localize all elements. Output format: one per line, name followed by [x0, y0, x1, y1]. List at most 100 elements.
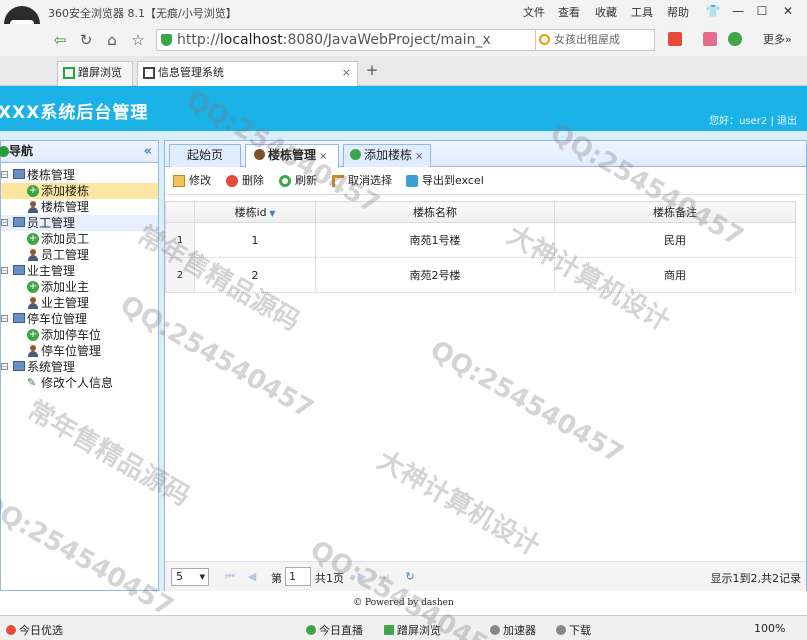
browser-title: 360安全浏览器 8.1【无痕/小号浏览】: [48, 7, 237, 20]
table-row[interactable]: 2 2 南苑2号楼 商用: [165, 257, 796, 293]
nav-group-parking[interactable]: − 停车位管理: [1, 311, 158, 327]
nav-item-parking-manage[interactable]: 停车位管理: [1, 343, 158, 359]
page-label: 第: [271, 572, 282, 585]
maximize-icon[interactable]: ☐: [752, 2, 772, 20]
computer-icon: [13, 361, 25, 371]
export-icon: [406, 175, 418, 187]
menu-view[interactable]: 查看: [558, 4, 580, 20]
refresh-icon[interactable]: ↻: [403, 569, 417, 585]
more-button[interactable]: 更多»: [763, 31, 792, 47]
nav-item-add-parking[interactable]: + 添加停车位: [1, 327, 158, 343]
accelerator-icon: [490, 625, 500, 635]
nav-item-add-building[interactable]: + 添加楼栋: [1, 183, 158, 199]
pagination-bar: 5 ⏮ ◀ 第 1 共1页 ▶ ⏭ ↻ 显示1到2,共2记录: [165, 561, 806, 591]
minimize-icon[interactable]: —: [728, 2, 748, 20]
tab-home[interactable]: 起始页: [169, 144, 241, 167]
nav-group-owner[interactable]: − 业主管理: [1, 263, 158, 279]
grid-header-note[interactable]: 楼栋备注: [554, 201, 796, 223]
download-button[interactable]: 下载: [556, 622, 591, 638]
home-icon[interactable]: ⌂: [102, 30, 122, 50]
menu-help[interactable]: 帮助: [667, 4, 689, 20]
zoom-level[interactable]: 100%: [754, 622, 785, 635]
nav-item-owner-manage[interactable]: 业主管理: [1, 295, 158, 311]
edit-button[interactable]: 修改: [173, 174, 211, 188]
back-icon[interactable]: ⇦: [50, 30, 70, 50]
undo-icon: [332, 175, 344, 187]
refresh-button[interactable]: 刷新: [279, 174, 317, 188]
grid-header-name[interactable]: 楼栋名称: [315, 201, 555, 223]
user-icon: [27, 249, 39, 261]
close-icon[interactable]: ✕: [778, 2, 798, 20]
collapse-toggle-icon[interactable]: −: [1, 363, 8, 370]
search-input[interactable]: 女孩出租屋成: [535, 29, 655, 51]
page-number-input[interactable]: 1: [285, 567, 311, 586]
collapse-icon[interactable]: «: [144, 141, 152, 162]
first-page-icon[interactable]: ⏮: [223, 569, 237, 585]
close-tab-icon[interactable]: ×: [342, 62, 351, 84]
accelerator-button[interactable]: 加速器: [490, 622, 536, 638]
user-area[interactable]: 您好：user2 | 退出: [709, 112, 797, 127]
content-tabs: 起始页 楼栋管理 × 添加楼栋 ×: [165, 141, 806, 168]
cell-note: 民用: [554, 222, 796, 258]
screen-browse-button[interactable]: 蹭屏浏览: [384, 622, 441, 638]
star-icon[interactable]: ☆: [128, 30, 148, 50]
menu-favorites[interactable]: 收藏: [595, 4, 617, 20]
menu-file[interactable]: 文件: [523, 4, 545, 20]
nav-group-system[interactable]: − 系统管理: [1, 359, 158, 375]
download-icon: [556, 625, 566, 635]
add-icon: [350, 149, 361, 160]
url-input[interactable]: http://localhost:8080/JavaWebProject/mai…: [156, 29, 536, 51]
sort-desc-icon: ▼: [266, 209, 276, 218]
app-footer: © Powered by dashen: [0, 591, 807, 615]
grid-toolbar: 修改 删除 刷新 取消选择 导出到excel: [165, 168, 806, 195]
page-size-select[interactable]: 5: [171, 568, 209, 586]
tab-add-building[interactable]: 添加楼栋 ×: [343, 144, 431, 167]
unselect-button[interactable]: 取消选择: [332, 174, 392, 188]
extension-icon[interactable]: [703, 32, 717, 46]
extension-icon[interactable]: [668, 32, 682, 46]
nav-group-building[interactable]: − 楼栋管理: [1, 167, 158, 183]
table-row[interactable]: 1 1 南苑1号楼 民用: [165, 222, 796, 258]
computer-icon: [13, 217, 25, 227]
cell-id: 1: [194, 222, 316, 258]
nav-group-staff[interactable]: − 员工管理: [1, 215, 158, 231]
collapse-toggle-icon[interactable]: −: [1, 267, 8, 274]
page-total: 共1页: [315, 572, 344, 585]
collapse-toggle-icon[interactable]: −: [1, 315, 8, 322]
menu-tools[interactable]: 工具: [631, 4, 653, 20]
shield-icon[interactable]: [728, 32, 742, 46]
cell-name: 南苑1号楼: [315, 222, 555, 258]
nav-item-edit-profile[interactable]: ✎ 修改个人信息: [1, 375, 158, 391]
tab-building-manage[interactable]: 楼栋管理 ×: [245, 144, 339, 168]
grid-header-id[interactable]: 楼栋id ▼: [194, 201, 316, 223]
nav-item-add-staff[interactable]: + 添加员工: [1, 231, 158, 247]
nav-item-staff-manage[interactable]: 员工管理: [1, 247, 158, 263]
new-tab-icon[interactable]: +: [362, 60, 382, 80]
collapse-toggle-icon[interactable]: −: [1, 219, 8, 226]
export-button[interactable]: 导出到excel: [406, 174, 484, 188]
live-button[interactable]: 今日直播: [306, 622, 363, 638]
page-icon: [143, 67, 155, 79]
delete-button[interactable]: 删除: [226, 174, 264, 188]
pencil-icon: ✎: [27, 376, 37, 389]
next-page-icon[interactable]: ▶: [355, 569, 369, 585]
add-icon: +: [27, 233, 39, 245]
user-icon: [254, 149, 265, 160]
address-bar: ⇦ ↻ ⌂ ☆ http://localhost:8080/JavaWebPro…: [0, 24, 807, 56]
prev-page-icon[interactable]: ◀: [245, 569, 259, 585]
collapse-toggle-icon[interactable]: −: [1, 171, 8, 178]
skin-icon[interactable]: 👕: [703, 2, 723, 20]
nav-title: 导航: [9, 144, 34, 158]
reload-icon[interactable]: ↻: [76, 30, 96, 50]
row-number: 2: [165, 257, 195, 293]
picks-icon: [6, 625, 16, 635]
nav-item-building-manage[interactable]: 楼栋管理: [1, 199, 158, 215]
last-page-icon[interactable]: ⏭: [377, 569, 391, 585]
app-header: XXX系统后台管理 您好：user2 | 退出: [0, 86, 807, 131]
nav-item-add-owner[interactable]: + 添加业主: [1, 279, 158, 295]
browser-tab-system[interactable]: 信息管理系统 ×: [137, 61, 358, 86]
close-tab-icon[interactable]: ×: [319, 151, 327, 162]
today-picks[interactable]: 今日优选: [6, 622, 63, 638]
browser-tab-screen[interactable]: 蹭屏浏览: [57, 61, 133, 86]
close-tab-icon[interactable]: ×: [415, 151, 423, 162]
